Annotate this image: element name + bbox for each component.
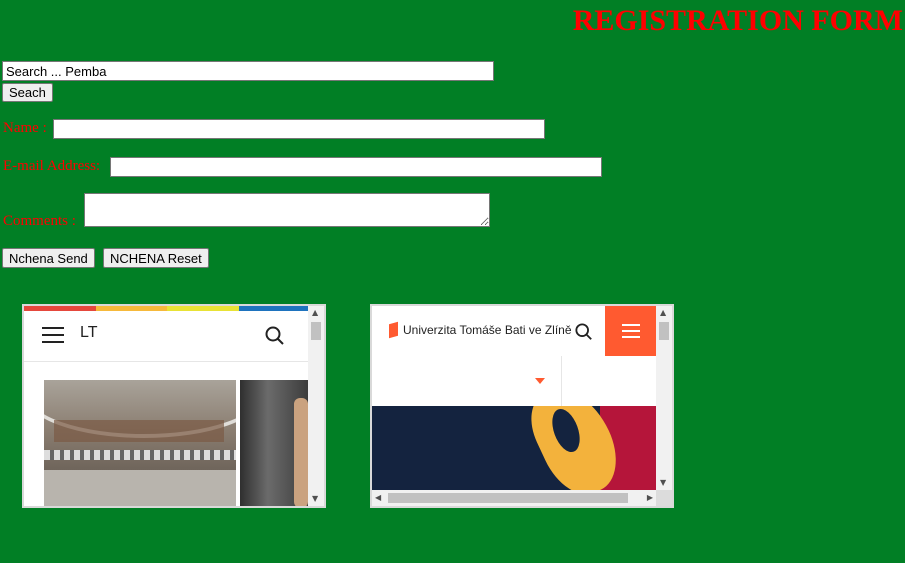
name-label: Name :	[3, 120, 47, 136]
search-button[interactable]: Seach	[2, 83, 53, 102]
frame1-vertical-scrollbar[interactable]: ▲ ▼	[308, 306, 324, 506]
email-label: E-mail Address:	[3, 158, 101, 174]
name-field[interactable]	[53, 119, 545, 139]
embedded-frame-utb[interactable]: Univerzita Tomáše Bati ve Zlíně ▲ ▼ ◀ ▶	[370, 304, 674, 508]
comments-label: Comments :	[3, 213, 76, 229]
search-icon[interactable]	[575, 323, 593, 341]
frame2-horizontal-scrollbar[interactable]: ◀ ▶	[372, 490, 656, 506]
comments-field[interactable]	[84, 193, 490, 227]
frame-header: LT	[24, 311, 310, 362]
divider	[561, 356, 562, 406]
utb-logo-icon	[389, 321, 398, 339]
hamburger-menu-icon[interactable]	[42, 327, 64, 343]
page-title: REGISTRATION FORM	[572, 4, 903, 37]
stadium-photo[interactable]	[44, 380, 236, 506]
search-icon[interactable]	[265, 326, 285, 346]
email-field[interactable]	[110, 157, 602, 177]
hamburger-menu-icon[interactable]	[605, 306, 658, 356]
frame-brand-label[interactable]: Univerzita Tomáše Bati ve Zlíně	[403, 323, 572, 337]
send-button[interactable]: Nchena Send	[2, 248, 95, 268]
caret-down-icon[interactable]	[535, 378, 545, 384]
hero-banner	[372, 406, 658, 490]
frame-brand-label[interactable]: LT	[80, 324, 97, 342]
frame-header: Univerzita Tomáše Bati ve Zlíně	[372, 306, 658, 356]
scrollbar-corner	[656, 490, 672, 506]
street-photo[interactable]	[240, 380, 310, 506]
reset-button[interactable]: NCHENA Reset	[103, 248, 209, 268]
dropdown-row[interactable]	[372, 356, 658, 406]
embedded-frame-lt[interactable]: LT ▲ ▼	[22, 304, 326, 508]
frame2-vertical-scrollbar[interactable]: ▲ ▼	[656, 306, 672, 490]
search-input[interactable]	[2, 61, 494, 81]
